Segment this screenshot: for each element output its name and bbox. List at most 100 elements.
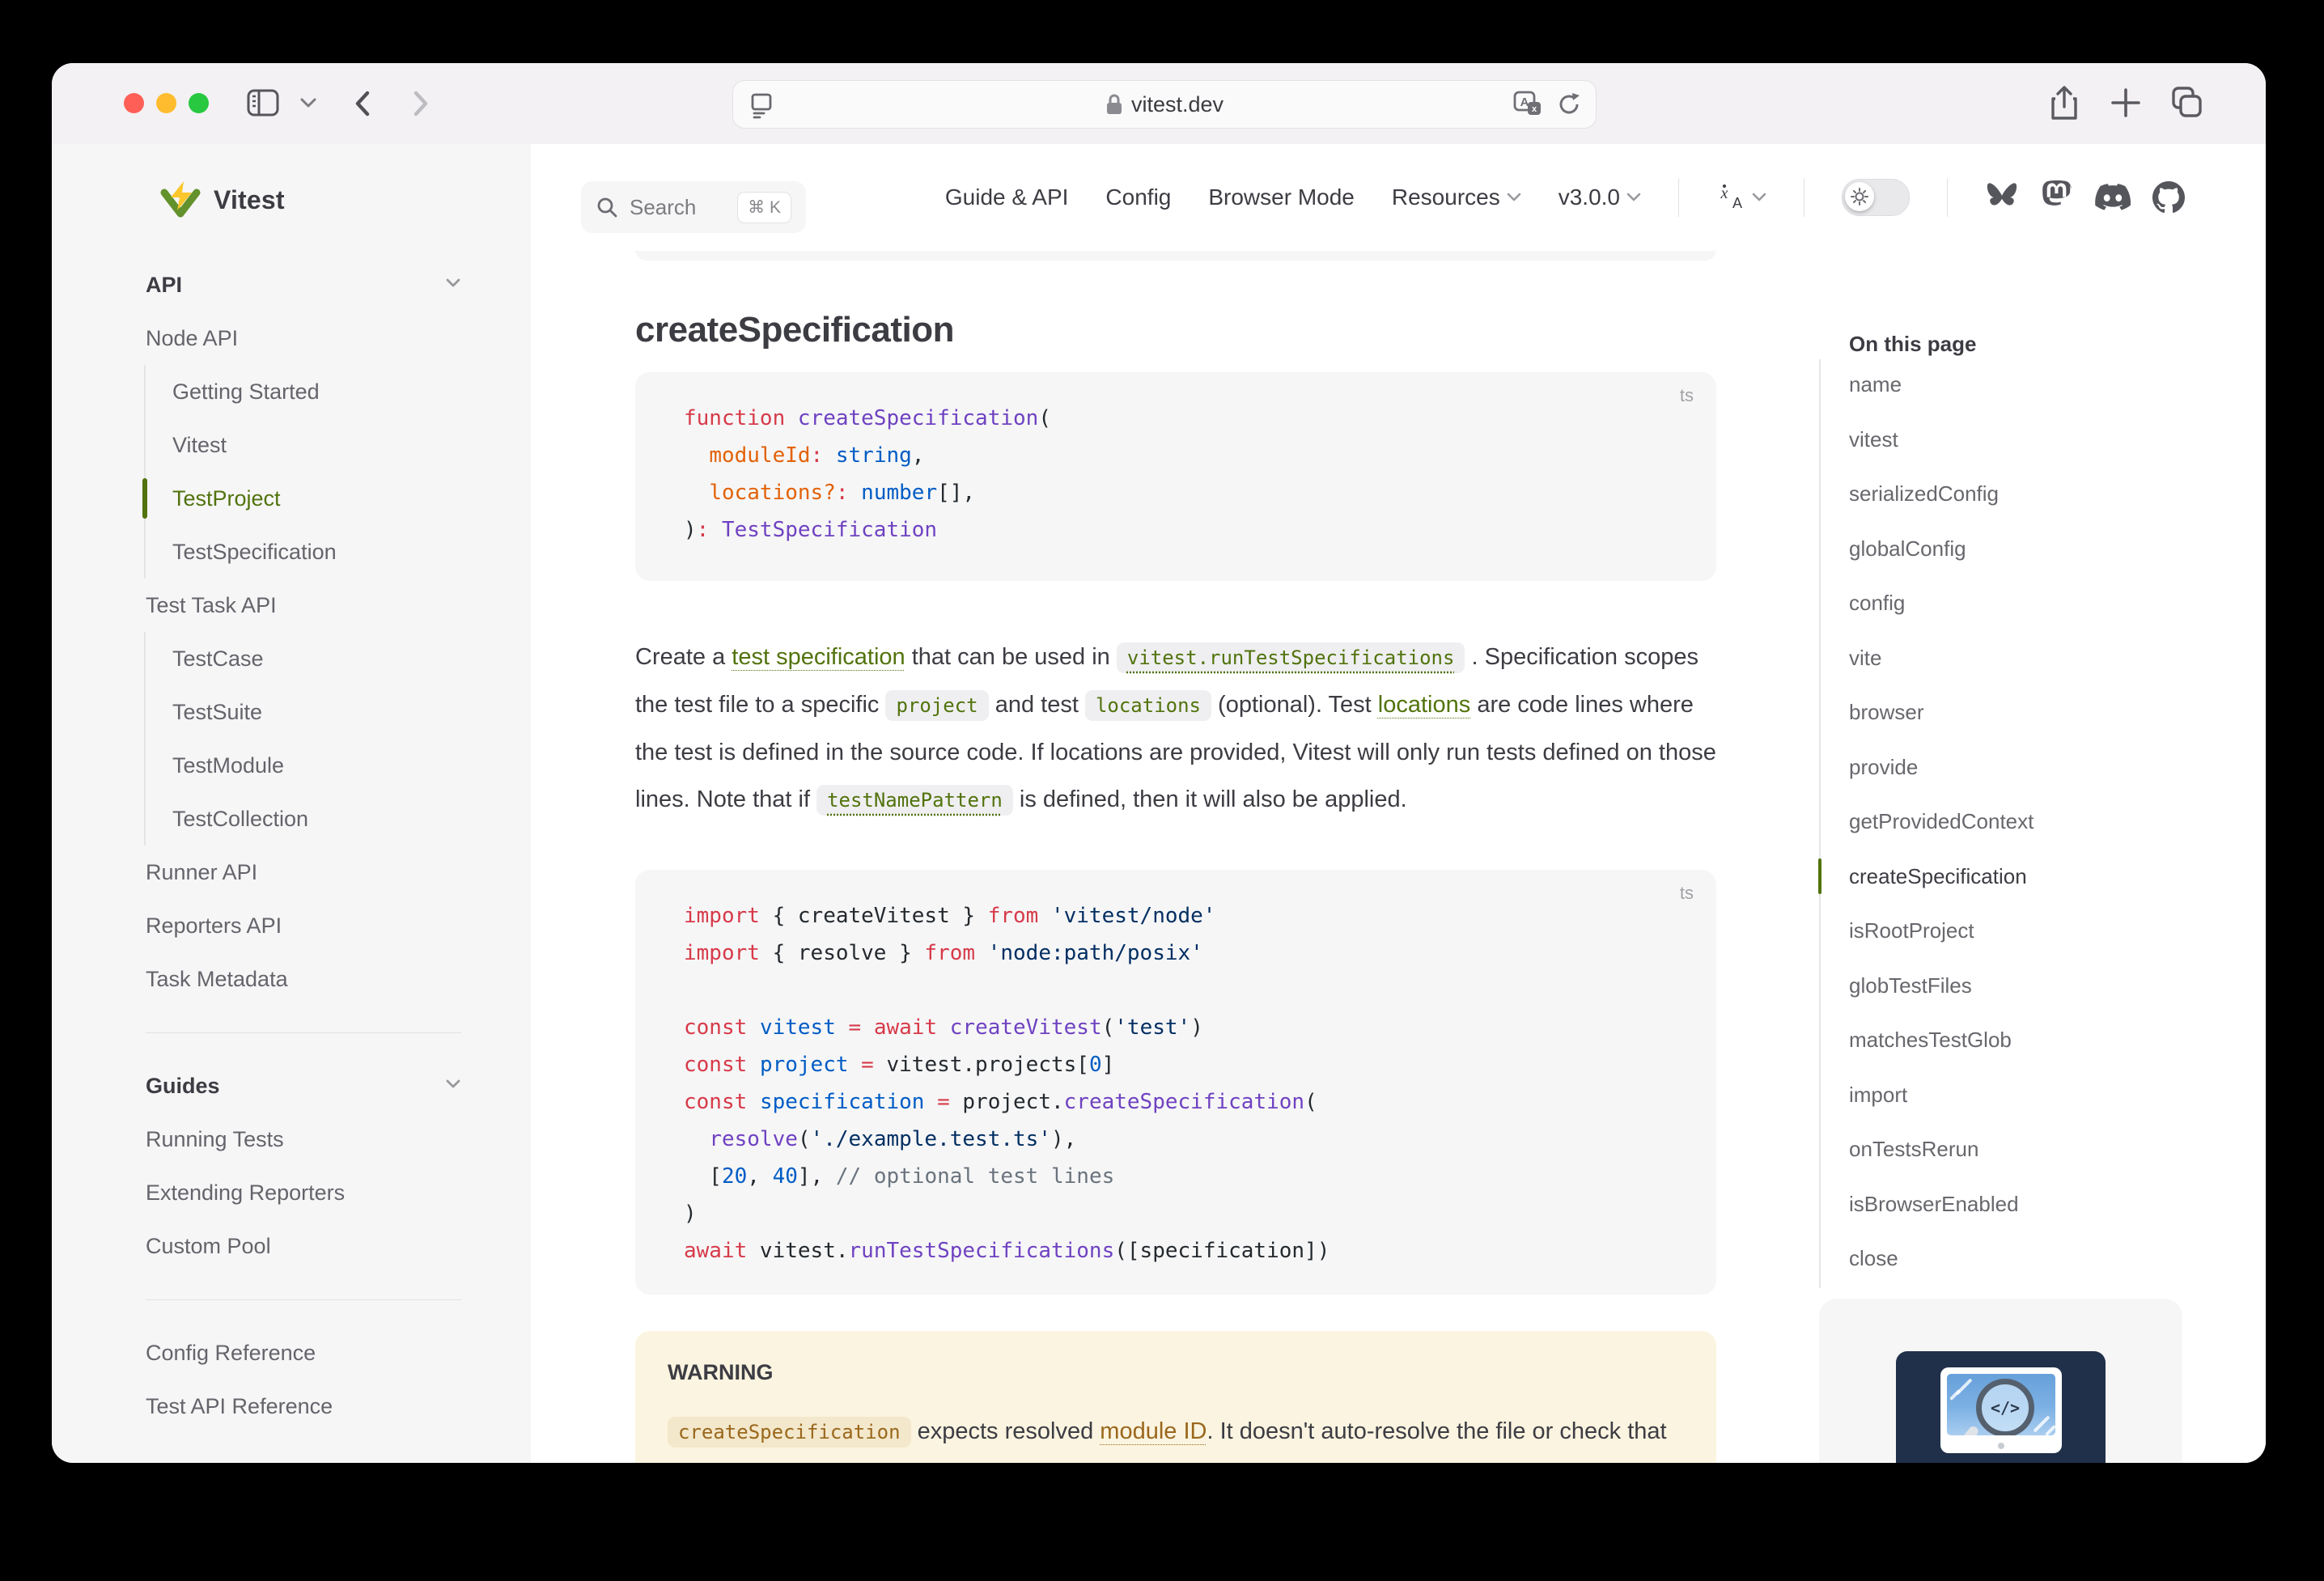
share-icon[interactable] (2048, 85, 2080, 122)
back-icon[interactable] (350, 88, 377, 119)
sun-icon (1845, 182, 1874, 211)
outline-item-close[interactable]: close (1849, 1231, 2189, 1286)
sidebar-subgroup: TestCaseTestSuiteTestModuleTestCollectio… (144, 632, 531, 846)
page-settings-icon[interactable] (749, 91, 774, 119)
inline-code-link[interactable]: vitest.runTestSpecifications (1117, 642, 1465, 673)
close-window-icon[interactable] (124, 93, 144, 113)
new-tab-icon[interactable] (2110, 87, 2142, 119)
nav-link-browser-mode[interactable]: Browser Mode (1208, 184, 1355, 210)
outline-item-config[interactable]: config (1849, 576, 2189, 631)
theme-toggle[interactable] (1842, 179, 1910, 216)
inline-code: project (885, 690, 988, 721)
discord-icon[interactable] (2095, 183, 2131, 212)
sidebar-divider (52, 1273, 531, 1326)
outline-list: namevitestserializedConfigglobalConfigco… (1849, 358, 2189, 1286)
sidebar-item-vitest[interactable]: Vitest (146, 418, 531, 472)
mastodon-icon[interactable] (2041, 180, 2073, 214)
code-line: import { resolve } from 'node:path/posix… (684, 935, 1668, 972)
outline-item-vite[interactable]: vite (1849, 631, 2189, 686)
outline-item-globalconfig[interactable]: globalConfig (1849, 522, 2189, 577)
sidebar-item-test-task-api[interactable]: Test Task API (52, 579, 531, 632)
outline-item-isrootproject[interactable]: isRootProject (1849, 904, 2189, 959)
nav-link-config[interactable]: Config (1105, 184, 1171, 210)
sidebar-item-node-api[interactable]: Node API (52, 312, 531, 365)
sidebar-item-guides[interactable]: Guides (52, 1059, 531, 1113)
sidebar-item-reporters-api[interactable]: Reporters API (52, 899, 531, 952)
sidebar-item-api[interactable]: API (52, 258, 531, 312)
sidebar-item-testcollection[interactable]: TestCollection (146, 792, 531, 846)
inline-link[interactable]: locations (1378, 692, 1470, 718)
sidebar-nav: APINode APIGetting StartedVitestTestProj… (52, 258, 531, 1433)
sidebar-item-testspecification[interactable]: TestSpecification (146, 525, 531, 579)
sidebar-item-testsuite[interactable]: TestSuite (146, 685, 531, 739)
sidebar-item-config-reference[interactable]: Config Reference (52, 1326, 531, 1380)
outline-item-serializedconfig[interactable]: serializedConfig (1849, 467, 2189, 522)
sidebar-item-test-api-reference[interactable]: Test API Reference (52, 1380, 531, 1433)
sidebar-item-runner-api[interactable]: Runner API (52, 846, 531, 899)
inline-code-link[interactable]: testNamePattern (816, 785, 1013, 816)
translations-menu[interactable]: xA (1716, 184, 1766, 211)
sidebar-item-testproject[interactable]: TestProject (146, 472, 531, 525)
code-block-signature: ts function createSpecification( moduleI… (635, 372, 1716, 581)
vitest-logo[interactable]: Vitest (159, 180, 285, 220)
outline-item-browser[interactable]: browser (1849, 685, 2189, 740)
outline-item-globtestfiles[interactable]: globTestFiles (1849, 959, 2189, 1014)
forward-icon[interactable] (406, 88, 434, 119)
sidebar-toggle-icon[interactable] (246, 87, 280, 119)
url-text: vitest.dev (1131, 92, 1223, 117)
minimize-window-icon[interactable] (156, 93, 176, 113)
sidebar-subgroup: Getting StartedVitestTestProjectTestSpec… (144, 365, 531, 579)
sidebar-item-custom-pool[interactable]: Custom Pool (52, 1219, 531, 1273)
code-line: const vitest = await createVitest('test'… (684, 1009, 1668, 1046)
page: Vitest APINode APIGetting StartedVitestT… (52, 144, 2266, 1463)
sidebar-item-testmodule[interactable]: TestModule (146, 739, 531, 792)
sidebar-item-task-metadata[interactable]: Task Metadata (52, 952, 531, 1006)
inline-link[interactable]: test specification (732, 644, 905, 670)
sidebar-item-extending-reporters[interactable]: Extending Reporters (52, 1166, 531, 1219)
outline-item-getprovidedcontext[interactable]: getProvidedContext (1849, 795, 2189, 850)
github-icon[interactable] (2152, 181, 2185, 214)
search-placeholder: Search (630, 195, 726, 220)
lock-icon (1105, 93, 1123, 116)
social-links (1985, 180, 2185, 214)
outline-item-ontestsrerun[interactable]: onTestsRerun (1849, 1122, 2189, 1177)
outline-item-createspecification[interactable]: createSpecification (1849, 850, 2189, 905)
outline-item-import[interactable]: import (1849, 1068, 2189, 1123)
doc-sidebar: Vitest APINode APIGetting StartedVitestT… (52, 144, 531, 1463)
inline-link[interactable]: module ID (1100, 1418, 1207, 1444)
reload-icon[interactable] (1555, 91, 1583, 118)
translate-page-icon[interactable]: Ax (1513, 91, 1542, 118)
sidebar-divider (52, 1006, 531, 1059)
tab-overview-icon[interactable] (2169, 85, 2204, 122)
bluesky-icon[interactable] (1985, 182, 2019, 213)
outline-active-marker (1818, 858, 1821, 894)
sponsor-image: </> (1896, 1351, 2106, 1463)
nav-links: Guide & API Config Browser Mode Resources v3… (945, 184, 1641, 210)
sidebar-item-testcase[interactable]: TestCase (146, 632, 531, 685)
code-lang-badge: ts (1680, 883, 1694, 904)
warning-callout: WARNING createSpecification expects reso… (635, 1331, 1716, 1463)
outline-item-vitest[interactable]: vitest (1849, 413, 2189, 468)
outline-item-name[interactable]: name (1849, 358, 2189, 413)
nav-link-v3-0-0[interactable]: v3.0.0 (1559, 184, 1641, 210)
search-button[interactable]: Search ⌘ K (581, 181, 806, 233)
nav-link-guide-api[interactable]: Guide & API (945, 184, 1069, 210)
outline-item-provide[interactable]: provide (1849, 740, 2189, 795)
browser-window: vitest.dev Ax (52, 63, 2266, 1463)
sidebar-item-getting-started[interactable]: Getting Started (146, 365, 531, 418)
address-bar[interactable]: vitest.dev Ax (732, 80, 1597, 129)
search-icon (596, 196, 618, 218)
code-line: const specification = project.createSpec… (684, 1083, 1668, 1121)
svg-text:x: x (1532, 104, 1537, 114)
sponsor-card[interactable]: </> (1819, 1299, 2182, 1463)
desktop-background: vitest.dev Ax (0, 0, 2324, 1581)
sidebar-item-running-tests[interactable]: Running Tests (52, 1113, 531, 1166)
zoom-window-icon[interactable] (189, 93, 209, 113)
nav-link-resources[interactable]: Resources (1392, 184, 1521, 210)
outline-item-matchestestglob[interactable]: matchesTestGlob (1849, 1013, 2189, 1068)
text-run: Create a (635, 644, 732, 670)
toolbar-chevron-down-icon[interactable] (299, 96, 317, 109)
code-line: resolve('./example.test.ts'), (684, 1121, 1668, 1158)
outline-item-isbrowserenabled[interactable]: isBrowserEnabled (1849, 1177, 2189, 1232)
code-line: import { createVitest } from 'vitest/nod… (684, 897, 1668, 935)
